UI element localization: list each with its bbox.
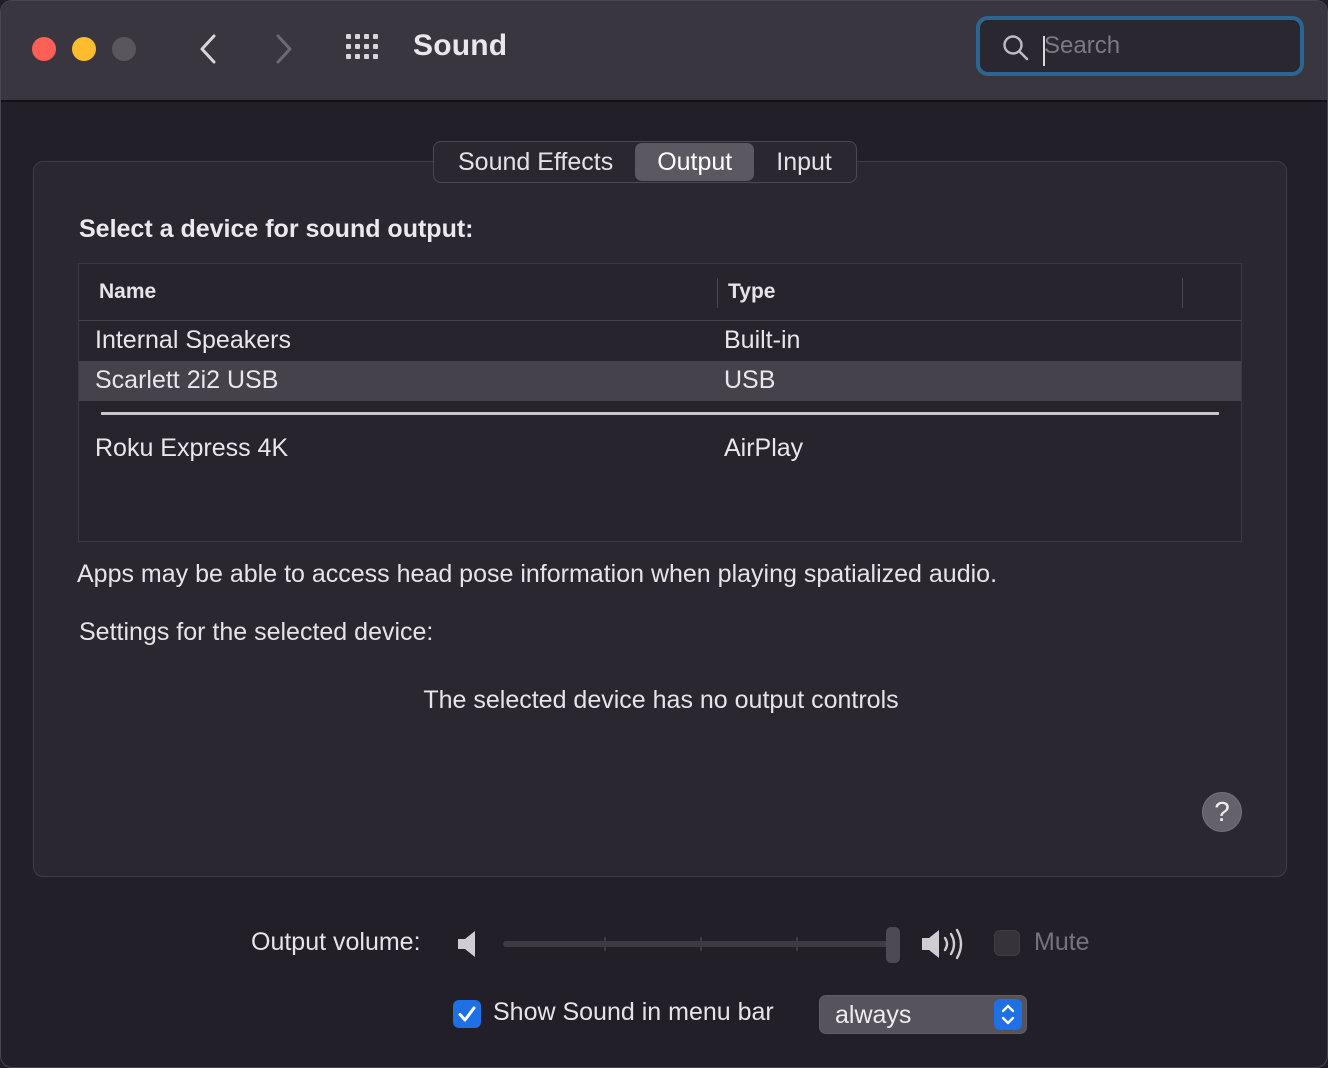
device-list-heading: Select a device for sound output: xyxy=(79,215,474,243)
device-type: Built-in xyxy=(724,326,801,354)
tab-input[interactable]: Input xyxy=(754,143,854,181)
close-button[interactable] xyxy=(32,37,56,61)
table-row[interactable]: Roku Express 4K AirPlay xyxy=(79,429,1241,469)
slider-tick xyxy=(700,937,702,951)
show-sound-in-menu-bar-checkbox[interactable] xyxy=(453,1000,481,1028)
tab-sound-effects[interactable]: Sound Effects xyxy=(436,143,635,181)
tab-output[interactable]: Output xyxy=(635,143,755,181)
zoom-button[interactable] xyxy=(112,37,136,61)
table-row-selected[interactable]: Scarlett 2i2 USB USB xyxy=(79,361,1241,401)
show-all-button[interactable] xyxy=(343,31,383,67)
help-button[interactable]: ? xyxy=(1202,792,1242,832)
select-value: always xyxy=(835,1001,912,1029)
grid-icon xyxy=(346,34,378,59)
device-type: AirPlay xyxy=(724,434,804,462)
no-output-controls-message: The selected device has no output contro… xyxy=(423,686,899,714)
table-row[interactable]: Internal Speakers Built-in xyxy=(79,321,1241,361)
output-device-table[interactable]: Name Type Internal Speakers Built-in Sca… xyxy=(78,263,1242,542)
slider-tick xyxy=(604,937,606,951)
speaker-low-icon[interactable] xyxy=(455,927,483,961)
table-group-divider xyxy=(101,412,1219,415)
slider-track[interactable] xyxy=(503,941,895,947)
table-header: Name Type xyxy=(79,264,1241,321)
tab-bar: Sound Effects Output Input xyxy=(433,141,857,183)
title-bar: Sound xyxy=(1,1,1327,102)
back-chevron-icon xyxy=(200,34,216,64)
search-field[interactable] xyxy=(976,16,1304,76)
menu-bar-visibility-select[interactable]: always xyxy=(819,995,1027,1034)
output-volume-slider[interactable] xyxy=(501,927,905,963)
column-separator[interactable] xyxy=(717,278,718,308)
forward-chevron-icon xyxy=(276,34,292,64)
column-header-type[interactable]: Type xyxy=(728,280,775,304)
mute-checkbox[interactable] xyxy=(994,930,1020,956)
spatial-audio-info: Apps may be able to access head pose inf… xyxy=(77,560,998,588)
device-name: Scarlett 2i2 USB xyxy=(95,366,279,394)
up-down-arrows-icon xyxy=(994,999,1022,1030)
checkmark-icon xyxy=(458,1006,476,1022)
column-header-name[interactable]: Name xyxy=(99,280,156,304)
window-title: Sound xyxy=(413,29,508,62)
device-settings-label: Settings for the selected device: xyxy=(79,618,434,646)
search-input[interactable] xyxy=(1044,28,1284,64)
mute-label[interactable]: Mute xyxy=(1034,928,1090,957)
device-type: USB xyxy=(724,366,776,394)
output-volume-label: Output volume: xyxy=(251,928,421,956)
search-icon xyxy=(1003,35,1029,61)
show-sound-in-menu-bar-label[interactable]: Show Sound in menu bar xyxy=(493,998,774,1027)
forward-button[interactable] xyxy=(263,29,303,69)
device-name: Internal Speakers xyxy=(95,326,291,354)
minimize-button[interactable] xyxy=(72,37,96,61)
device-name: Roku Express 4K xyxy=(95,434,289,462)
column-separator[interactable] xyxy=(1182,278,1183,308)
slider-tick xyxy=(796,937,798,951)
speaker-high-icon[interactable] xyxy=(919,925,971,963)
sound-preferences-window: Sound Sound Effects Output Input Select … xyxy=(0,0,1328,1068)
back-button[interactable] xyxy=(189,29,229,69)
slider-knob[interactable] xyxy=(886,927,900,963)
